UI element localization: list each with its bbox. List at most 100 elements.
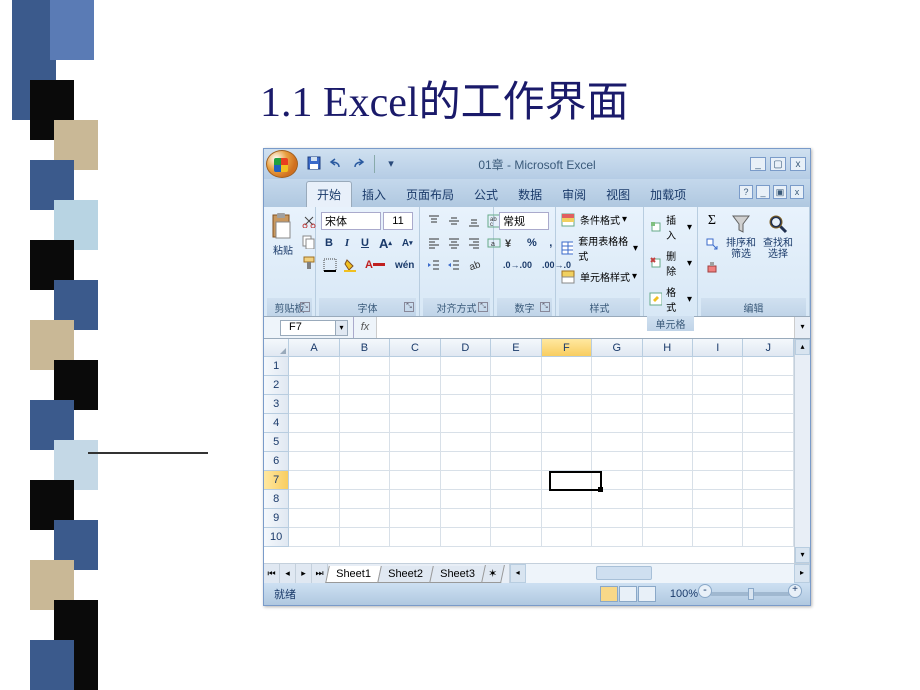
align-bottom-icon[interactable] <box>465 212 483 230</box>
cell[interactable] <box>340 490 390 509</box>
cell[interactable] <box>542 357 592 376</box>
align-right-icon[interactable] <box>465 234 483 252</box>
cell[interactable] <box>643 490 693 509</box>
view-normal-button[interactable] <box>600 586 618 602</box>
cell[interactable] <box>542 452 592 471</box>
font-color-button[interactable]: A <box>361 256 389 274</box>
cell[interactable] <box>643 376 693 395</box>
cell[interactable] <box>289 452 339 471</box>
row-header[interactable]: 10 <box>264 528 289 547</box>
scroll-right-button[interactable]: ▸ <box>794 564 810 583</box>
row-header[interactable]: 2 <box>264 376 289 395</box>
cell[interactable] <box>390 490 440 509</box>
cell[interactable] <box>743 471 793 490</box>
cell[interactable] <box>592 357 642 376</box>
cell[interactable] <box>441 376 491 395</box>
underline-button[interactable]: U <box>357 234 373 252</box>
cell[interactable] <box>693 471 743 490</box>
col-header[interactable]: G <box>592 339 642 357</box>
sort-filter-button[interactable]: 排序和 筛选 <box>724 212 758 260</box>
cell[interactable] <box>441 471 491 490</box>
cell[interactable] <box>542 509 592 528</box>
name-box[interactable]: F7 <box>280 320 336 336</box>
cell[interactable] <box>542 395 592 414</box>
undo-button[interactable] <box>328 155 344 171</box>
cell[interactable] <box>491 376 541 395</box>
cell[interactable] <box>289 490 339 509</box>
shrink-font-button[interactable]: A▾ <box>398 234 417 252</box>
clear-icon[interactable] <box>703 258 721 276</box>
format-cells-button[interactable]: 格式▾ <box>649 284 692 314</box>
cell[interactable] <box>491 357 541 376</box>
col-header[interactable]: B <box>340 339 390 357</box>
sheet-nav-prev[interactable]: ◂ <box>280 564 296 583</box>
name-box-dropdown[interactable]: ▾ <box>336 320 348 336</box>
row-header[interactable]: 4 <box>264 414 289 433</box>
row-header[interactable]: 6 <box>264 452 289 471</box>
select-all-corner[interactable] <box>264 339 289 357</box>
cell[interactable] <box>592 509 642 528</box>
cell[interactable] <box>592 414 642 433</box>
cell[interactable] <box>643 414 693 433</box>
sheet-nav-first[interactable]: ⏮ <box>264 564 280 583</box>
percent-button[interactable]: % <box>523 234 541 252</box>
cell[interactable] <box>542 490 592 509</box>
minimize-button[interactable]: _ <box>750 157 766 171</box>
save-button[interactable] <box>306 155 322 171</box>
qat-customize[interactable]: ▾ <box>383 155 399 171</box>
tab-pagelayout[interactable]: 页面布局 <box>396 182 464 207</box>
fill-color-button[interactable] <box>341 256 359 274</box>
tab-addins[interactable]: 加载项 <box>640 182 696 207</box>
align-middle-icon[interactable] <box>445 212 463 230</box>
cell[interactable] <box>390 433 440 452</box>
sheet-nav-next[interactable]: ▸ <box>296 564 312 583</box>
cell[interactable] <box>289 433 339 452</box>
new-sheet-button[interactable]: ✶ <box>481 565 505 583</box>
cell[interactable] <box>289 357 339 376</box>
doc-min-button[interactable]: _ <box>756 185 770 199</box>
cell[interactable] <box>340 452 390 471</box>
cell[interactable] <box>441 452 491 471</box>
cell[interactable] <box>491 414 541 433</box>
cell[interactable] <box>491 509 541 528</box>
border-button[interactable] <box>321 256 339 274</box>
cell[interactable] <box>643 433 693 452</box>
cell[interactable] <box>693 490 743 509</box>
cell[interactable] <box>390 471 440 490</box>
cell[interactable] <box>390 452 440 471</box>
tab-view[interactable]: 视图 <box>596 182 640 207</box>
find-select-button[interactable]: 查找和 选择 <box>761 212 795 260</box>
bold-button[interactable]: B <box>321 234 337 252</box>
cell[interactable] <box>693 433 743 452</box>
cell[interactable] <box>390 414 440 433</box>
cell[interactable] <box>390 509 440 528</box>
cell[interactable] <box>441 509 491 528</box>
cell[interactable] <box>340 395 390 414</box>
office-button[interactable] <box>266 150 298 178</box>
cell[interactable] <box>340 357 390 376</box>
number-format-select[interactable]: 常规 <box>499 212 549 230</box>
fill-icon[interactable] <box>703 235 721 253</box>
cell[interactable] <box>289 471 339 490</box>
zoom-slider[interactable] <box>710 592 790 596</box>
cell[interactable] <box>390 528 440 547</box>
cell[interactable] <box>643 528 693 547</box>
increase-indent-icon[interactable] <box>445 256 463 274</box>
cell[interactable] <box>441 433 491 452</box>
cell[interactable] <box>491 433 541 452</box>
cell[interactable] <box>289 509 339 528</box>
cell[interactable] <box>743 433 793 452</box>
cell[interactable] <box>542 433 592 452</box>
insert-cells-button[interactable]: 插入▾ <box>649 212 692 242</box>
cell[interactable] <box>693 395 743 414</box>
cell[interactable] <box>592 376 642 395</box>
cell[interactable] <box>491 452 541 471</box>
cell[interactable] <box>643 395 693 414</box>
cell[interactable] <box>491 395 541 414</box>
launcher-font[interactable]: ⤡ <box>404 302 414 312</box>
cell[interactable] <box>643 452 693 471</box>
paste-button[interactable]: 粘贴 <box>269 212 297 257</box>
format-as-table-button[interactable]: 套用表格格式▾ <box>561 233 638 263</box>
cell[interactable] <box>390 357 440 376</box>
cell[interactable] <box>643 509 693 528</box>
